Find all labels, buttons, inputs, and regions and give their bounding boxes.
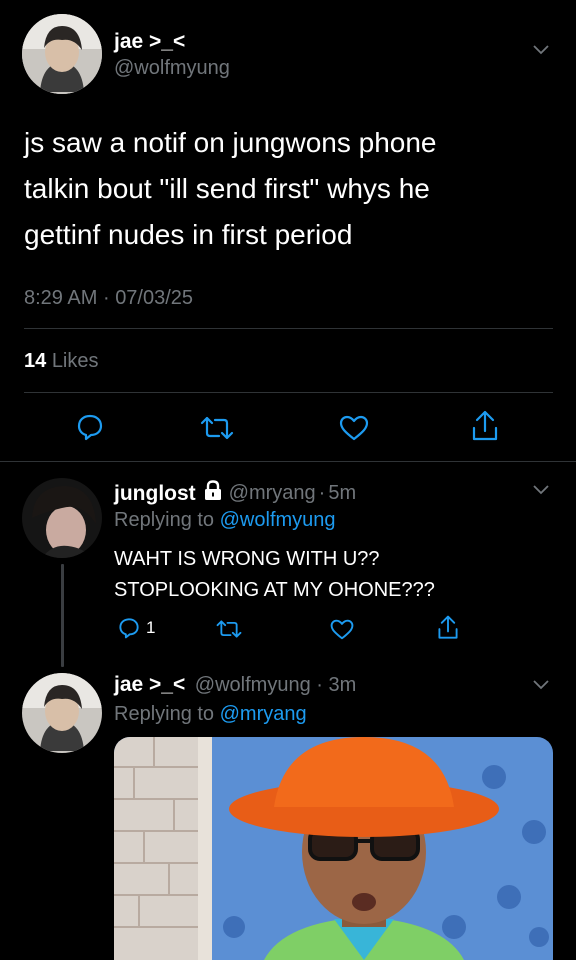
tweet-age[interactable]: 5m [328, 482, 356, 505]
reply-icon [118, 617, 140, 639]
reply-action[interactable]: 1 [118, 617, 155, 639]
likes-stat[interactable]: 14 Likes [24, 350, 99, 373]
separator: · [318, 482, 326, 504]
tweet-time: 8:29 AM [24, 287, 98, 309]
retweet-icon[interactable] [216, 619, 242, 639]
replying-to: Replying to @wolfmyung [114, 509, 336, 532]
divider [0, 461, 576, 462]
tweet-text-line: talkin bout "ill send first" whys he [24, 173, 430, 204]
thread-line [61, 564, 64, 667]
tweet-text-line: STOPLOOKING AT MY OHONE??? [114, 579, 435, 601]
tweet-timestamp[interactable]: 8:29 AM · 07/03/25 [24, 287, 193, 310]
tweet-text-line: js saw a notif on jungwons phone [24, 127, 437, 158]
handle[interactable]: @wolfmyung [195, 674, 311, 696]
display-name[interactable]: jae >_< [114, 673, 185, 696]
reply-header: junglost @mryang · 5m [114, 480, 356, 507]
divider [24, 328, 553, 329]
display-name[interactable]: jae >_< [114, 30, 185, 54]
retweet-icon[interactable] [200, 415, 234, 441]
avatar[interactable] [22, 478, 102, 558]
avatar[interactable] [22, 673, 102, 753]
replying-to-handle[interactable]: @wolfmyung [220, 509, 336, 531]
tweet-date: 07/03/25 [115, 287, 194, 309]
separator: · [316, 674, 323, 696]
like-icon[interactable] [339, 415, 369, 441]
chevron-down-icon[interactable] [533, 45, 549, 59]
chevron-down-icon[interactable] [533, 680, 549, 694]
tweet-age[interactable]: 3m [329, 674, 357, 696]
reply-header: jae >_< @wolfmyung · 3m [114, 673, 356, 697]
replying-to-label: Replying to [114, 509, 215, 531]
separator: · [102, 287, 110, 309]
replying-to-label: Replying to [114, 703, 215, 725]
tweet-text: js saw a notif on jungwons phone talkin … [24, 120, 437, 258]
replying-to-handle[interactable]: @mryang [220, 703, 307, 725]
reply-icon[interactable] [76, 413, 104, 441]
likes-count: 14 [24, 350, 47, 372]
avatar-photo [22, 478, 102, 558]
share-icon[interactable] [471, 410, 499, 442]
tweet-text-line: WAHT IS WRONG WITH U?? [114, 548, 380, 570]
divider [24, 392, 553, 393]
display-name[interactable]: junglost [114, 482, 196, 506]
likes-label: Likes [51, 350, 99, 372]
meme-photo [114, 737, 553, 960]
handle[interactable]: @mryang [229, 482, 316, 505]
like-icon[interactable] [330, 619, 354, 640]
tweet-text-line: gettinf nudes in first period [24, 219, 353, 250]
share-icon[interactable] [437, 615, 459, 640]
lock-icon [203, 480, 223, 507]
avatar[interactable] [22, 14, 102, 94]
avatar-photo [22, 14, 102, 94]
avatar-photo [22, 673, 102, 753]
media-image[interactable] [114, 737, 553, 960]
handle[interactable]: @wolfmyung [114, 57, 230, 80]
reply-count: 1 [146, 618, 156, 637]
tweet-text: WAHT IS WRONG WITH U?? STOPLOOKING AT MY… [114, 544, 435, 606]
replying-to: Replying to @mryang [114, 703, 307, 726]
chevron-down-icon[interactable] [533, 485, 549, 499]
